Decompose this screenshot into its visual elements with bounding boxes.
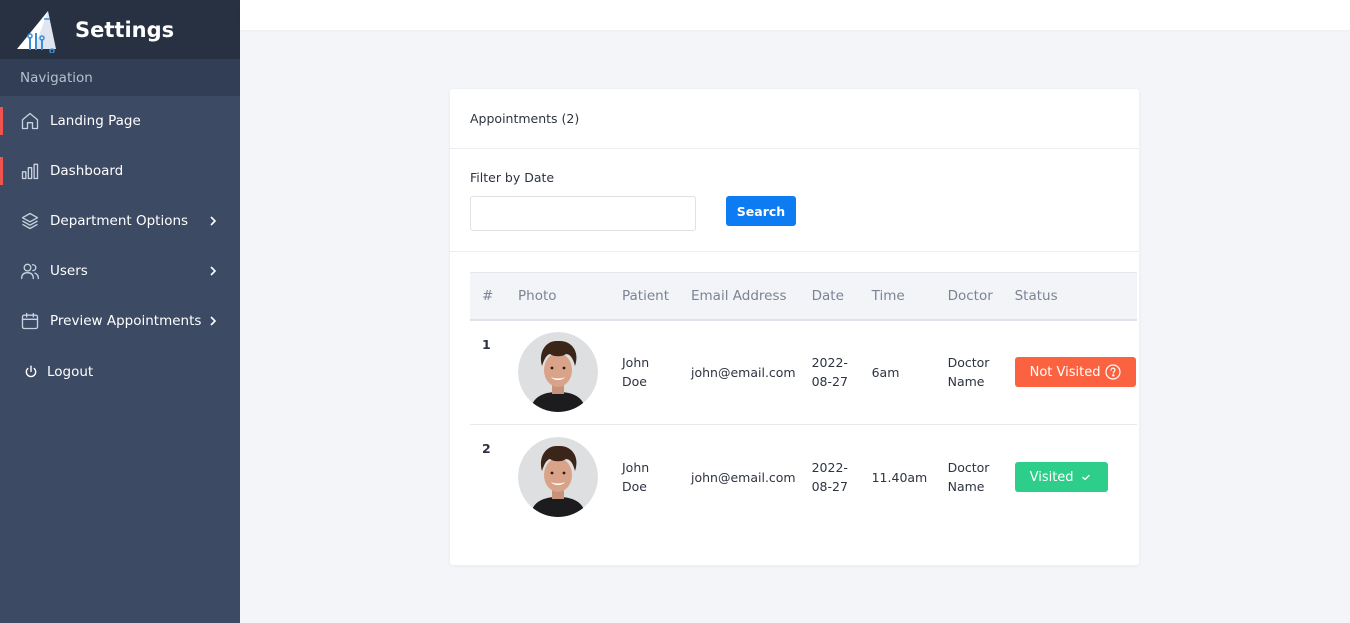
date-line-2: 08-27 <box>811 374 848 390</box>
status-label: Visited <box>1029 469 1074 485</box>
sidebar-item-logout[interactable]: Logout <box>0 346 240 398</box>
doctor-line-2: Name <box>947 374 985 390</box>
column-header-patient: Patient <box>622 287 670 304</box>
time-cell: 6am <box>871 364 900 380</box>
chevron-right-icon <box>208 216 222 226</box>
column-header-date: Date <box>811 287 844 304</box>
status-badge[interactable]: Not Visited <box>1014 357 1137 388</box>
sidebar-item-label: Dashboard <box>50 163 124 179</box>
table-row: 2 John Doe john@email.com 2022- 08-27 11… <box>470 425 1137 530</box>
home-icon <box>20 111 40 131</box>
brand: Settings <box>0 0 240 59</box>
status-badge[interactable]: Visited <box>1014 462 1108 493</box>
date-cell: 2022- 08-27 <box>796 425 856 530</box>
column-header-photo: Photo <box>518 287 557 304</box>
users-icon <box>20 261 40 281</box>
chevron-right-icon <box>208 266 222 276</box>
card-title: Appointments (2) <box>450 89 1139 149</box>
nav-section-label: Navigation <box>0 59 240 96</box>
row-number: 1 <box>482 336 491 352</box>
email-cell: john@email.com <box>691 469 796 485</box>
avatar <box>518 332 598 413</box>
photo-cell <box>502 320 606 425</box>
nav-list: Landing Page Dashboard Department Option… <box>0 96 240 398</box>
patient-cell: John Doe <box>606 425 675 530</box>
table-head: # Photo Patient Email Address Date Time … <box>470 272 1137 320</box>
table-body: 1 John Doe john@email.com 2022- 08-27 6a… <box>470 320 1137 530</box>
sidebar-item-label: Logout <box>47 364 94 380</box>
email-cell: john@email.com <box>691 364 796 380</box>
logo-icon <box>17 10 56 53</box>
column-header-number: # <box>482 287 494 304</box>
doctor-line-1: Doctor <box>947 355 990 371</box>
date-line-1: 2022- <box>811 355 848 371</box>
sidebar-item-department-options[interactable]: Department Options <box>0 196 240 246</box>
bar-chart-icon <box>20 161 40 181</box>
layers-icon <box>20 211 40 231</box>
search-button[interactable]: Search <box>726 196 796 226</box>
appointments-card: Appointments (2) Filter by Date Search #… <box>450 89 1139 565</box>
sidebar-item-landing-page[interactable]: Landing Page <box>0 96 240 146</box>
calendar-icon <box>20 311 40 331</box>
sidebar-item-label: Landing Page <box>50 113 141 129</box>
sidebar-item-dashboard[interactable]: Dashboard <box>0 146 240 196</box>
date-filter-input[interactable] <box>470 196 696 231</box>
time-cell: 11.40am <box>871 469 928 485</box>
status-cell: Not Visited <box>999 320 1137 425</box>
table-row: 1 John Doe john@email.com 2022- 08-27 6a… <box>470 320 1137 425</box>
column-header-time: Time <box>871 287 905 304</box>
patient-first-name: John <box>622 460 650 476</box>
doctor-line-2: Name <box>947 479 985 495</box>
column-header-email: Email Address <box>691 287 787 304</box>
filter-section: Filter by Date Search <box>450 149 1139 252</box>
appointments-table: # Photo Patient Email Address Date Time … <box>470 272 1137 530</box>
appointments-table-wrapper: # Photo Patient Email Address Date Time … <box>470 272 1137 530</box>
doctor-cell: Doctor Name <box>932 425 999 530</box>
top-bar <box>240 0 1350 30</box>
filter-label: Filter by Date <box>470 170 555 185</box>
date-line-1: 2022- <box>811 460 848 476</box>
status-label: Not Visited <box>1029 364 1101 380</box>
sidebar-item-users[interactable]: Users <box>0 246 240 296</box>
date-line-2: 08-27 <box>811 479 848 495</box>
date-cell: 2022- 08-27 <box>796 320 856 425</box>
doctor-cell: Doctor Name <box>932 320 999 425</box>
power-icon <box>24 365 38 379</box>
doctor-line-1: Doctor <box>947 460 990 476</box>
avatar <box>518 437 598 518</box>
column-header-status: Status <box>1014 287 1058 304</box>
sidebar: Settings Navigation Landing Page Dashboa… <box>0 0 240 623</box>
patient-last-name: Doe <box>622 374 647 390</box>
sidebar-item-label: Department Options <box>50 213 189 229</box>
patient-cell: John Doe <box>606 320 675 425</box>
row-number: 2 <box>482 441 491 456</box>
question-circle-icon <box>1105 364 1122 380</box>
sidebar-item-label: Preview Appointments <box>50 313 202 329</box>
app-title: Settings <box>75 17 175 42</box>
check-icon <box>1081 475 1090 481</box>
sidebar-item-label: Users <box>50 263 88 279</box>
patient-first-name: John <box>622 355 650 371</box>
status-cell: Visited <box>999 425 1137 530</box>
sidebar-item-preview-appointments[interactable]: Preview Appointments <box>0 296 240 346</box>
chevron-right-icon <box>208 316 222 326</box>
patient-last-name: Doe <box>622 479 647 495</box>
photo-cell <box>502 425 606 530</box>
column-header-doctor: Doctor <box>947 287 993 304</box>
table-header-row: # Photo Patient Email Address Date Time … <box>470 272 1137 320</box>
